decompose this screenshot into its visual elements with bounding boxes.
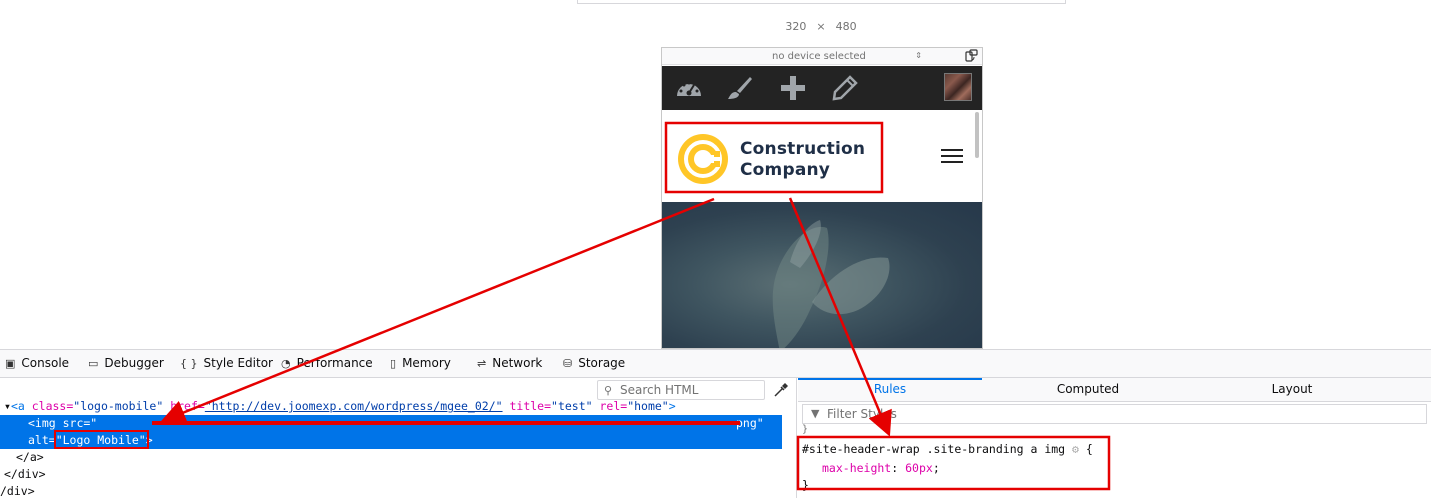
site-header: Construction Company bbox=[662, 110, 982, 202]
markup-selected-node[interactable]: <img src=" png" bbox=[0, 415, 782, 432]
filter-icon: ▼ bbox=[811, 407, 820, 420]
logo-icon[interactable] bbox=[678, 134, 728, 184]
user-avatar[interactable] bbox=[944, 73, 972, 101]
viewport-size-readout[interactable]: 320 × 480 bbox=[776, 20, 866, 33]
device-viewport: no device selected ⇕ Construction Compan… bbox=[661, 47, 983, 349]
attr-class: class= bbox=[31, 399, 74, 413]
rule-close-brace: } bbox=[802, 478, 809, 492]
attr-rel-value: "home" bbox=[627, 399, 669, 413]
viewport-width[interactable]: 320 bbox=[785, 20, 806, 33]
search-html-placeholder: Search HTML bbox=[620, 383, 699, 397]
search-icon: ⚲ bbox=[604, 384, 613, 397]
previous-rule-brace: } bbox=[802, 424, 809, 435]
viewport-scrollbar[interactable] bbox=[975, 112, 979, 158]
css-property[interactable]: max-height bbox=[822, 461, 891, 475]
search-html-input[interactable]: ⚲ Search HTML bbox=[597, 380, 765, 400]
devtools-toolbar: ▣ Console ▭ Debugger { } Style Editor ◔ Perf… bbox=[0, 350, 1431, 378]
viewport-toolbar-edge bbox=[577, 0, 1066, 4]
markup-selected-node-cont[interactable]: alt="Logo Mobile"> bbox=[0, 432, 782, 449]
rule-open-brace: { bbox=[1085, 442, 1093, 456]
attr-href-value[interactable]: "http://dev.joomexp.com/wordpress/mgee_0… bbox=[205, 399, 503, 413]
css-semicolon: ; bbox=[932, 461, 940, 475]
tab-console-label: Console bbox=[21, 356, 70, 370]
console-icon: ▣ bbox=[5, 357, 16, 370]
tab-storage[interactable]: ⛁ Storage bbox=[563, 356, 625, 374]
tab-computed[interactable]: Computed bbox=[982, 382, 1194, 396]
filter-styles-placeholder: Filter Styles bbox=[827, 407, 897, 421]
rules-sidebar: Rules Computed Layout ▼ Filter Styles } … bbox=[798, 378, 1431, 498]
sidebar-tabs: Rules Computed Layout bbox=[798, 378, 1431, 402]
attr-title: title= bbox=[502, 399, 552, 413]
customize-brush-icon[interactable] bbox=[724, 74, 754, 102]
performance-icon: ◔ bbox=[281, 357, 291, 370]
selector-highlight-icon[interactable]: ⚙ bbox=[1065, 442, 1086, 456]
debugger-icon: ▭ bbox=[88, 357, 99, 370]
tab-storage-label: Storage bbox=[578, 356, 626, 370]
expand-arrow-icon[interactable]: ▾ bbox=[4, 399, 11, 413]
img-src-prefix: <img src=" bbox=[28, 416, 98, 430]
attr-href: href= bbox=[163, 399, 205, 413]
edit-pencil-icon[interactable] bbox=[830, 74, 860, 102]
rotate-icon[interactable] bbox=[964, 49, 978, 63]
img-src-end: png" bbox=[736, 416, 764, 430]
css-value[interactable]: 60px bbox=[905, 461, 933, 475]
hamburger-icon[interactable] bbox=[941, 149, 963, 165]
tab-style-editor-label: Style Editor bbox=[203, 356, 273, 370]
css-rule-selector[interactable]: #site-header-wrap .site-branding a img ⚙… bbox=[802, 442, 1093, 456]
tab-style-editor[interactable]: { } Style Editor bbox=[180, 356, 273, 374]
leaf-image bbox=[772, 220, 890, 348]
device-selector-label: no device selected bbox=[772, 51, 866, 62]
tab-performance[interactable]: ◔ Performance bbox=[281, 356, 373, 374]
attr-alt: alt= bbox=[28, 433, 56, 447]
devtools-panel: ▣ Console ▭ Debugger { } Style Editor ◔ Perf… bbox=[0, 349, 1431, 498]
tag-open: <a bbox=[10, 399, 32, 413]
tab-network[interactable]: ⇌ Network bbox=[477, 356, 542, 374]
size-separator: × bbox=[816, 20, 826, 33]
tag-close: > bbox=[668, 399, 676, 413]
logo-line-1: Construction bbox=[740, 139, 866, 159]
tab-debugger-label: Debugger bbox=[104, 356, 164, 370]
memory-icon: ▯ bbox=[390, 357, 397, 370]
hero-image bbox=[662, 202, 982, 348]
attr-class-value: "logo-mobile" bbox=[73, 399, 164, 413]
wrench-c-icon bbox=[684, 140, 722, 178]
img-tag-close: > bbox=[145, 433, 153, 447]
logo-line-2: Company bbox=[740, 160, 831, 180]
new-plus-icon[interactable] bbox=[778, 74, 808, 102]
markup-line-anchor[interactable]: ▾<a class="logo-mobile" href="http://dev… bbox=[4, 398, 676, 415]
eyedropper-icon[interactable] bbox=[772, 381, 790, 399]
rule-selector-text: #site-header-wrap .site-branding a img bbox=[802, 442, 1066, 456]
tab-layout[interactable]: Layout bbox=[1194, 382, 1390, 396]
viewport-height[interactable]: 480 bbox=[836, 20, 857, 33]
storage-icon: ⛁ bbox=[563, 357, 573, 370]
tab-memory[interactable]: ▯ Memory bbox=[390, 356, 451, 374]
device-toolbar: no device selected ⇕ bbox=[662, 48, 982, 65]
tab-rules[interactable]: Rules bbox=[798, 382, 982, 396]
tab-debugger[interactable]: ▭ Debugger bbox=[88, 356, 164, 374]
wp-admin-bar bbox=[662, 66, 982, 110]
selector-arrows-icon: ⇕ bbox=[915, 51, 922, 60]
attr-title-value: "test" bbox=[551, 399, 593, 413]
markup-line-div-close[interactable]: </div> bbox=[4, 466, 46, 483]
markup-view: ⚲ Search HTML ▾<a class="logo-mobile" hr… bbox=[0, 378, 797, 498]
css-colon: : bbox=[891, 461, 906, 475]
tab-console[interactable]: ▣ Console bbox=[5, 356, 69, 374]
markup-line-div-close-2[interactable]: /div> bbox=[0, 483, 35, 498]
tab-network-label: Network bbox=[492, 356, 543, 370]
logo-text[interactable]: Construction Company bbox=[740, 139, 865, 181]
filter-styles-input[interactable]: ▼ Filter Styles bbox=[802, 404, 1427, 424]
network-icon: ⇌ bbox=[477, 357, 487, 370]
attr-alt-value: "Logo Mobile" bbox=[55, 433, 146, 447]
style-editor-icon: { } bbox=[180, 357, 198, 370]
markup-line-a-close[interactable]: </a> bbox=[16, 449, 44, 466]
device-selector[interactable]: no device selected ⇕ bbox=[772, 51, 922, 62]
active-tab-indicator bbox=[798, 378, 982, 380]
css-declaration[interactable]: max-height: 60px; bbox=[822, 461, 940, 475]
attr-rel: rel= bbox=[592, 399, 628, 413]
dashboard-icon[interactable] bbox=[674, 74, 704, 102]
tab-memory-label: Memory bbox=[402, 356, 451, 370]
tab-performance-label: Performance bbox=[296, 356, 373, 370]
